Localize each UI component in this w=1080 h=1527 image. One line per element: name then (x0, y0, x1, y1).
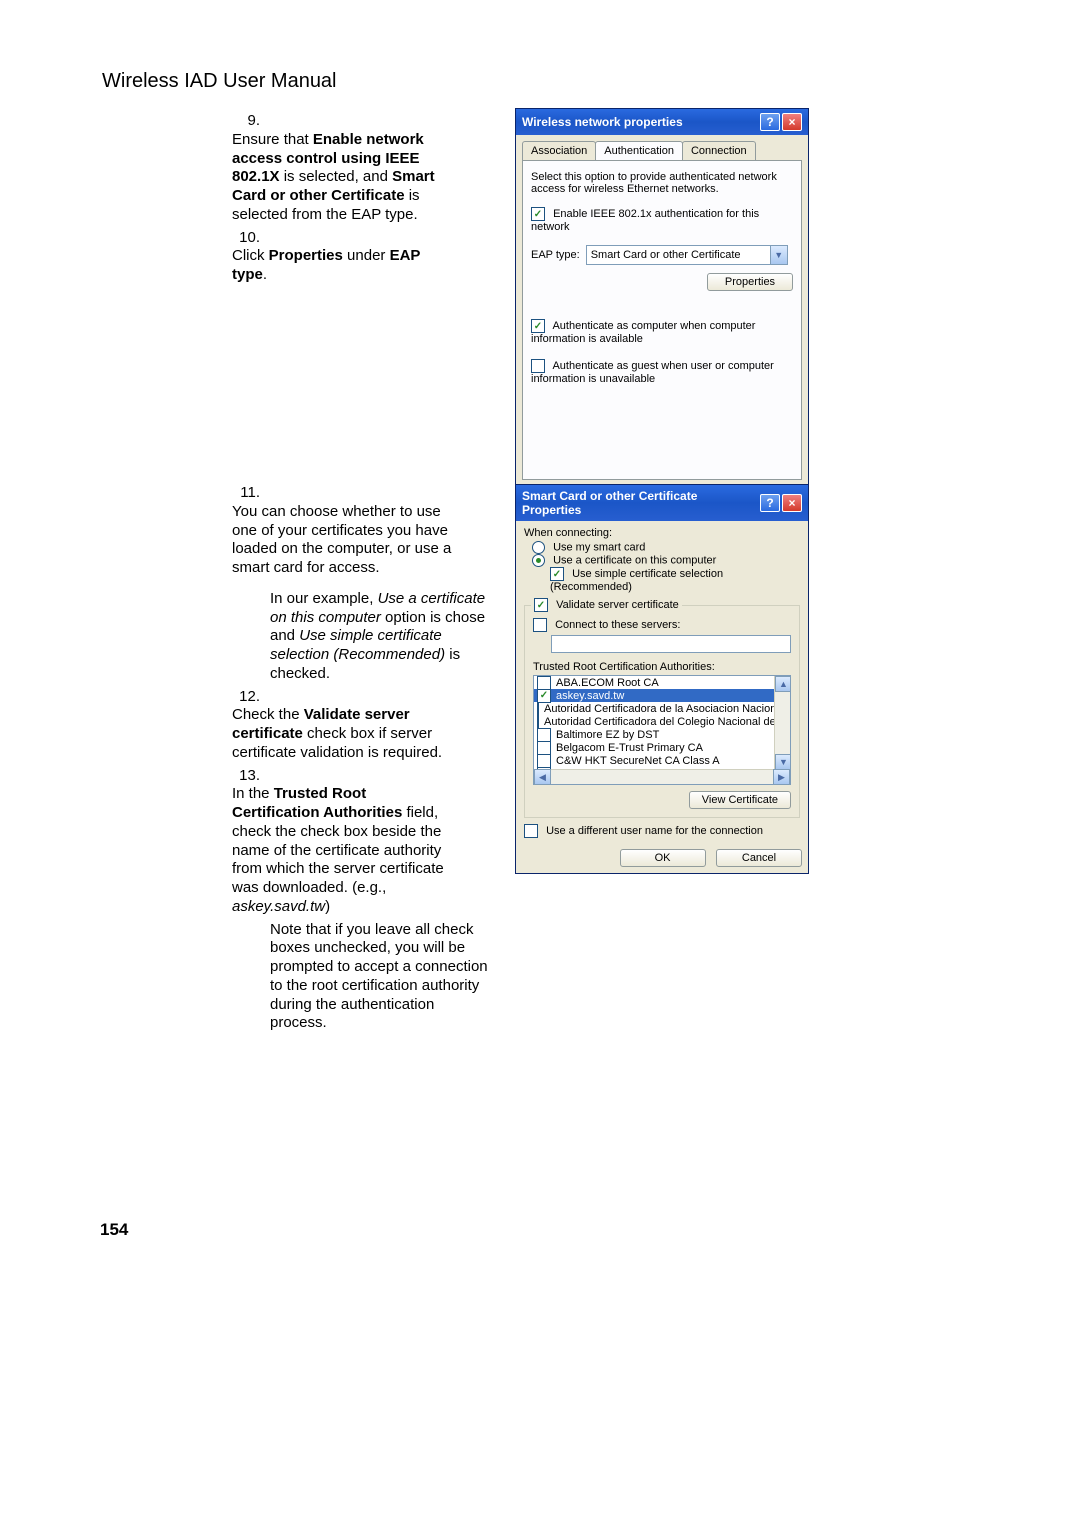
auth-as-guest-label: Authenticate as guest when user or compu… (531, 360, 774, 385)
validate-server-checkbox[interactable]: ✓ (534, 598, 548, 612)
step-11-text: You can choose whether to use one of you… (232, 503, 452, 578)
auth-as-guest-checkbox[interactable] (531, 359, 545, 373)
list-item[interactable]: Baltimore EZ by DST (534, 728, 790, 741)
step-10-text: Click Properties under EAP type. (232, 247, 452, 285)
trca-label: Trusted Root Certification Authorities: (533, 661, 791, 673)
dialog-title: Smart Card or other Certificate Properti… (522, 489, 760, 517)
step-13-text: In the Trusted Root Certification Author… (232, 785, 452, 916)
tab-connection[interactable]: Connection (682, 141, 756, 160)
use-smart-card-label: Use my smart card (553, 541, 645, 553)
ca-checkbox[interactable]: ✓ (537, 689, 551, 703)
ca-checkbox[interactable] (537, 741, 551, 755)
help-icon[interactable]: ? (760, 494, 780, 512)
step-13-note: Note that if you leave all check boxes u… (270, 921, 490, 1034)
eap-type-label: EAP type: (531, 249, 580, 261)
scroll-right-icon[interactable]: ▶ (773, 769, 790, 785)
use-smart-card-radio[interactable] (532, 541, 545, 554)
wireless-properties-dialog: Wireless network properties ? × Associat… (515, 108, 809, 518)
connect-servers-label: Connect to these servers: (555, 619, 680, 631)
step-number: 12. (232, 688, 260, 707)
eap-type-value: Smart Card or other Certificate (587, 249, 770, 261)
dialog-titlebar[interactable]: Smart Card or other Certificate Properti… (516, 485, 808, 521)
enable-8021x-checkbox[interactable]: ✓ (531, 207, 545, 221)
list-item[interactable]: Autoridad Certificadora del Colegio Naci… (534, 715, 790, 728)
ca-checkbox[interactable] (537, 754, 551, 768)
list-item[interactable]: ✓askey.savd.tw (534, 689, 790, 702)
different-username-checkbox[interactable] (524, 824, 538, 838)
step-number: 13. (232, 767, 260, 786)
view-certificate-button[interactable]: View Certificate (689, 791, 791, 809)
auth-as-computer-checkbox[interactable]: ✓ (531, 319, 545, 333)
step-9-text: Ensure that Enable network access contro… (232, 131, 452, 225)
list-item[interactable]: Belgacom E-Trust Primary CA (534, 741, 790, 754)
use-certificate-label: Use a certificate on this computer (553, 554, 716, 566)
ca-checkbox[interactable] (537, 715, 539, 729)
vertical-scrollbar[interactable]: ▲ ▼ (774, 676, 790, 770)
smartcard-properties-dialog: Smart Card or other Certificate Properti… (515, 484, 809, 874)
list-item[interactable]: Autoridad Certificadora de la Asociacion… (534, 702, 790, 715)
list-item[interactable]: C&W HKT SecureNet CA Class A (534, 754, 790, 767)
scroll-down-icon[interactable]: ▼ (775, 754, 791, 770)
tab-association[interactable]: Association (522, 141, 596, 160)
step-number: 9. (232, 112, 260, 131)
connect-servers-checkbox[interactable] (533, 618, 547, 632)
horizontal-scrollbar[interactable]: ◀ ▶ (534, 769, 790, 784)
list-item[interactable]: ABA.ECOM Root CA (534, 676, 790, 689)
step-12-text: Check the Validate server certificate ch… (232, 706, 452, 762)
ok-button[interactable]: OK (620, 849, 706, 867)
properties-button[interactable]: Properties (707, 273, 793, 291)
dialog-title: Wireless network properties (522, 115, 683, 129)
when-connecting-label: When connecting: (516, 521, 808, 539)
page-number: 154 (100, 1220, 128, 1240)
scroll-left-icon[interactable]: ◀ (534, 769, 551, 785)
ca-checkbox[interactable] (537, 728, 551, 742)
different-username-label: Use a different user name for the connec… (546, 825, 763, 837)
close-icon[interactable]: × (782, 494, 802, 512)
simple-selection-checkbox[interactable]: ✓ (550, 567, 564, 581)
ca-checkbox[interactable] (537, 676, 551, 690)
servers-textbox[interactable] (551, 635, 791, 653)
auth-description: Select this option to provide authentica… (531, 171, 793, 195)
step-11-para2: In our example, Use a certificate on thi… (270, 590, 490, 684)
eap-type-dropdown[interactable]: Smart Card or other Certificate ▼ (586, 245, 788, 265)
scroll-up-icon[interactable]: ▲ (775, 676, 791, 692)
auth-as-computer-label: Authenticate as computer when computer i… (531, 320, 755, 345)
help-icon[interactable]: ? (760, 113, 780, 131)
chevron-down-icon[interactable]: ▼ (770, 246, 787, 264)
use-certificate-radio[interactable] (532, 554, 545, 567)
trusted-root-listbox[interactable]: ABA.ECOM Root CA ✓askey.savd.tw Autorida… (533, 675, 791, 785)
manual-title: Wireless IAD User Manual (102, 70, 337, 93)
step-number: 10. (232, 229, 260, 248)
tab-authentication[interactable]: Authentication (595, 141, 683, 160)
cancel-button[interactable]: Cancel (716, 849, 802, 867)
step-number: 11. (232, 484, 260, 503)
validate-server-label: Validate server certificate (556, 599, 679, 611)
dialog-titlebar[interactable]: Wireless network properties ? × (516, 109, 808, 135)
simple-selection-label: Use simple certificate selection (Recomm… (550, 568, 723, 593)
ca-checkbox[interactable] (537, 702, 539, 716)
enable-8021x-label: Enable IEEE 802.1x authentication for th… (531, 208, 759, 233)
close-icon[interactable]: × (782, 113, 802, 131)
